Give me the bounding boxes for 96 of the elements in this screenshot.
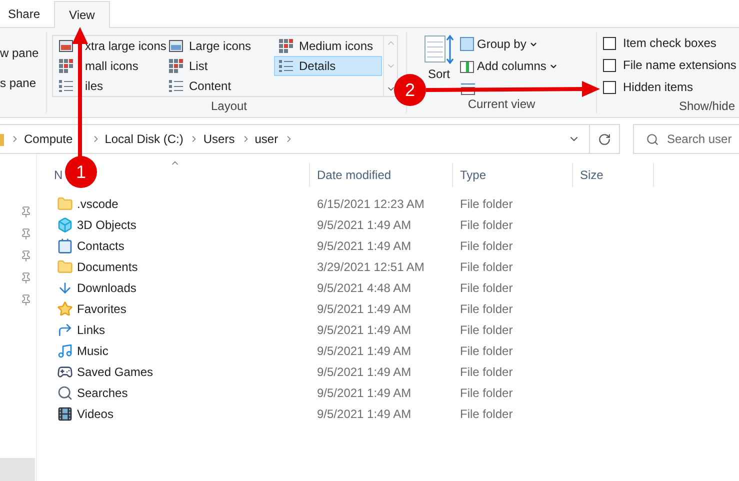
file-name[interactable]: Videos [77, 404, 114, 422]
add-columns-button[interactable]: Add columns [460, 56, 558, 76]
type-cell-text: File folder [459, 196, 514, 212]
address-bar[interactable]: Compute Local Disk (C:) Users user [0, 124, 620, 154]
date-cell-text: 9/5/2021 1:49 AM [316, 322, 412, 338]
view-mode-icon [59, 59, 73, 73]
type-cell-text: File folder [459, 384, 514, 402]
view-mode-icon [169, 59, 183, 73]
file-name[interactable]: Links [77, 320, 106, 338]
search-field[interactable]: Search user [633, 124, 739, 154]
checkbox[interactable] [603, 80, 616, 94]
columns-icon [460, 59, 474, 73]
date-cell-text: 3/29/2021 12:51 AM [316, 258, 426, 276]
sort-icon [424, 34, 454, 66]
folder-icon [57, 258, 73, 274]
file-name[interactable]: .vscode [77, 194, 118, 212]
search-icon [57, 384, 73, 400]
group-icon [460, 37, 474, 51]
date-cell-text: 9/5/2021 1:49 AM [316, 216, 412, 234]
file-name[interactable]: 3D Objects [77, 216, 136, 234]
group-label: Current view [468, 96, 536, 113]
type-cell-text: File folder [459, 238, 514, 254]
breadcrumb[interactable]: Compute [24, 130, 73, 148]
file-name[interactable]: Documents [77, 258, 138, 276]
type-cell-text: File folder [459, 258, 514, 276]
file-name[interactable]: Downloads [77, 278, 136, 296]
group-label: Show/hide [678, 98, 735, 115]
view-mode-icon [279, 59, 293, 73]
view-mode-icon [59, 79, 73, 93]
file-name[interactable]: Saved Games [77, 362, 154, 380]
scrollbar-thumb[interactable] [0, 458, 35, 481]
column-header[interactable]: Size [573, 163, 654, 187]
checkbox[interactable] [603, 58, 616, 72]
star-icon [57, 300, 73, 316]
type-cell-text: File folder [459, 216, 514, 234]
checkbox[interactable] [603, 36, 616, 50]
down-arrow-icon [57, 280, 73, 296]
pin-icon [20, 294, 32, 306]
pin-icon [20, 250, 32, 262]
film-icon [57, 406, 73, 422]
type-cell-text: File folder [459, 300, 514, 318]
view-mode-icon [59, 39, 73, 53]
date-cell-text: 9/5/2021 1:49 AM [316, 364, 412, 380]
view-mode-option[interactable]: Details [274, 56, 382, 76]
date-cell-text: 9/5/2021 1:49 AM [316, 300, 412, 318]
refresh-icon[interactable] [598, 132, 611, 146]
date-cell-text: 9/5/2021 1:49 AM [316, 384, 412, 402]
checkbox-option[interactable]: File name extensions [603, 55, 739, 75]
ribbon-tab[interactable]: View [54, 1, 110, 28]
sort-button[interactable]: Sort [424, 34, 454, 81]
date-cell-text: 9/5/2021 1:49 AM [316, 342, 412, 360]
breadcrumb[interactable]: Local Disk (C:) [104, 130, 184, 148]
pane-toggle[interactable]: w pane [0, 44, 46, 62]
view-mode-option[interactable]: Medium icons [274, 36, 382, 56]
date-cell-text: 6/15/2021 12:23 AM [316, 196, 426, 212]
music-note-icon [57, 342, 73, 358]
checkbox-option[interactable]: Hidden items [603, 77, 739, 97]
view-mode-icon [279, 39, 293, 53]
type-cell-text: File folder [459, 322, 514, 338]
checkbox-option[interactable]: Item check boxes [603, 33, 739, 53]
ribbon-tab[interactable]: Share [0, 0, 48, 27]
type-cell-text: File folder [459, 364, 514, 380]
view-mode-option[interactable]: mall icons [54, 56, 162, 76]
date-cell-text: 9/5/2021 4:48 AM [316, 280, 412, 296]
breadcrumb[interactable]: Users [203, 130, 235, 148]
date-cell-text: 9/5/2021 1:49 AM [316, 406, 412, 422]
file-name[interactable]: Favorites [77, 300, 126, 318]
view-mode-option[interactable]: List [164, 56, 272, 76]
column-header[interactable]: Type [453, 163, 573, 187]
view-mode-icon [169, 79, 183, 93]
pin-icon [20, 272, 32, 284]
folder-icon [57, 196, 73, 212]
group-label: Layout [210, 98, 248, 115]
view-mode-icon [169, 39, 183, 53]
arrow-icon [57, 322, 73, 338]
step-badge: 1 [65, 156, 97, 188]
search-icon [646, 132, 659, 146]
pin-icon [20, 206, 32, 218]
pin-icon [20, 228, 32, 240]
date-cell-text: 9/5/2021 1:49 AM [316, 238, 412, 254]
breadcrumb[interactable]: user [254, 130, 278, 148]
type-cell-text: File folder [459, 406, 514, 422]
column-header[interactable]: Date modified [310, 163, 453, 187]
file-name[interactable]: Music [77, 342, 108, 360]
view-mode-option[interactable]: iles [54, 76, 162, 96]
cube-icon [57, 216, 73, 232]
file-name[interactable]: Searches [77, 384, 128, 402]
view-mode-option[interactable]: Content [164, 76, 272, 96]
folder-icon [0, 132, 4, 146]
group-by-button[interactable]: Group by [460, 34, 558, 54]
file-name[interactable]: Contacts [77, 236, 124, 254]
pane-toggle[interactable]: s pane [0, 74, 46, 92]
gamepad-icon [57, 364, 73, 380]
type-cell-text: File folder [459, 342, 514, 360]
size-columns-icon [460, 81, 476, 95]
type-cell-text: File folder [459, 280, 514, 296]
